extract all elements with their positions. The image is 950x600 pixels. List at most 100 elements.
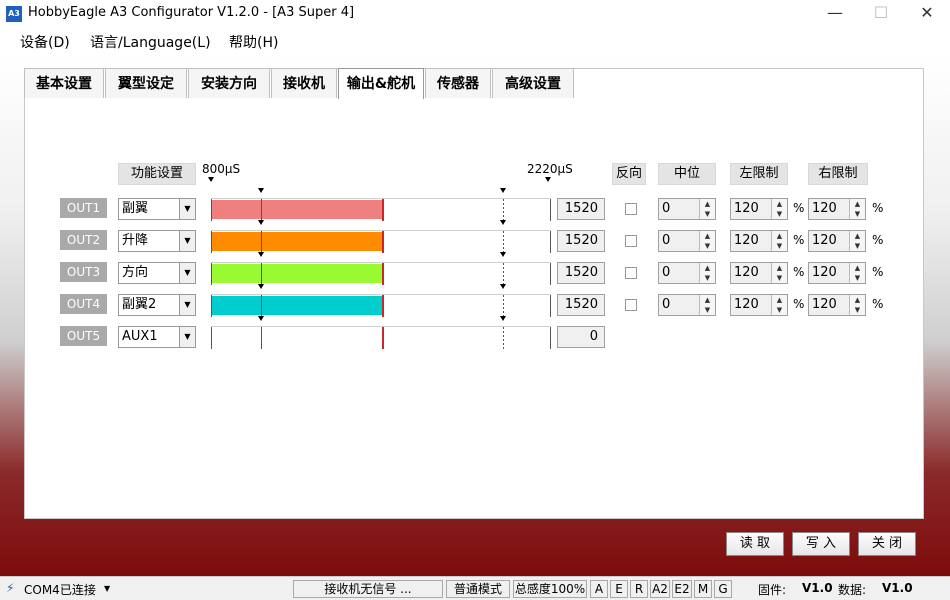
left-limit-line bbox=[261, 327, 262, 349]
left-limit-marker bbox=[258, 316, 264, 321]
read-button[interactable]: 读 取 bbox=[726, 532, 784, 556]
right-limit-value[interactable]: 120 bbox=[812, 297, 837, 312]
right-limit-marker bbox=[500, 252, 506, 257]
reverse-checkbox[interactable] bbox=[625, 203, 637, 215]
tab-receiver[interactable]: 接收机 bbox=[271, 68, 337, 98]
updown-arrows-icon[interactable]: ▲ ▼ bbox=[699, 263, 715, 283]
updown-arrows-icon[interactable]: ▲ ▼ bbox=[699, 295, 715, 315]
tab-sensor[interactable]: 传感器 bbox=[425, 68, 491, 98]
receiver-status: 接收机无信号 ... bbox=[293, 580, 443, 598]
right-limit-stepper[interactable]: 120 ▲ ▼ bbox=[808, 262, 866, 284]
right-limit-line bbox=[503, 327, 504, 349]
left-limit-stepper[interactable]: 120 ▲ ▼ bbox=[730, 262, 788, 284]
chevron-down-icon[interactable]: ▼ bbox=[179, 263, 195, 283]
left-limit-stepper[interactable]: 120 ▲ ▼ bbox=[730, 198, 788, 220]
center-value[interactable]: 0 bbox=[662, 265, 670, 280]
tab-mount-orientation[interactable]: 安装方向 bbox=[188, 68, 270, 98]
left-limit-stepper[interactable]: 120 ▲ ▼ bbox=[730, 294, 788, 316]
scale-max-line bbox=[550, 263, 551, 285]
chevron-down-icon[interactable]: ▼ bbox=[179, 231, 195, 251]
firmware-label: 固件: bbox=[758, 583, 787, 597]
left-limit-line bbox=[261, 199, 262, 221]
chevron-down-icon[interactable]: ▼ bbox=[179, 199, 195, 219]
left-limit-value[interactable]: 120 bbox=[734, 297, 759, 312]
center-stepper[interactable]: 0 ▲ ▼ bbox=[658, 198, 716, 220]
center-value[interactable]: 0 bbox=[662, 233, 670, 248]
right-limit-value[interactable]: 120 bbox=[812, 201, 837, 216]
port-dropdown-icon[interactable]: ▼ bbox=[104, 584, 110, 593]
tab-advanced[interactable]: 高级设置 bbox=[492, 68, 574, 98]
port-status[interactable]: COM4已连接 bbox=[24, 581, 96, 598]
center-stepper[interactable]: 0 ▲ ▼ bbox=[658, 230, 716, 252]
header-reverse: 反向 bbox=[612, 163, 646, 185]
right-limit-stepper[interactable]: 120 ▲ ▼ bbox=[808, 294, 866, 316]
updown-arrows-icon[interactable]: ▲ ▼ bbox=[849, 199, 865, 219]
servo-value: 1520 bbox=[557, 198, 605, 220]
updown-arrows-icon[interactable]: ▲ ▼ bbox=[849, 231, 865, 251]
center-line bbox=[382, 263, 384, 285]
right-limit-stepper[interactable]: 120 ▲ ▼ bbox=[808, 230, 866, 252]
data-version: V1.0 bbox=[882, 581, 913, 595]
center-stepper[interactable]: 0 ▲ ▼ bbox=[658, 294, 716, 316]
updown-arrows-icon[interactable]: ▲ ▼ bbox=[771, 263, 787, 283]
function-select-value: 升降 bbox=[122, 233, 149, 248]
window-title: HobbyEagle A3 Configurator V1.2.0 - [A3 … bbox=[28, 5, 355, 20]
right-limit-marker bbox=[500, 316, 506, 321]
updown-arrows-icon[interactable]: ▲ ▼ bbox=[699, 199, 715, 219]
tab-wing-type[interactable]: 翼型设定 bbox=[105, 68, 187, 98]
function-select[interactable]: 副翼2 ▼ bbox=[118, 294, 196, 316]
header-center: 中位 bbox=[658, 163, 716, 185]
tab-output-servo[interactable]: 输出&舵机 bbox=[338, 68, 424, 99]
updown-arrows-icon[interactable]: ▲ ▼ bbox=[849, 295, 865, 315]
reverse-checkbox[interactable] bbox=[625, 299, 637, 311]
percent-sign: % bbox=[793, 265, 805, 279]
menu-language[interactable]: 语言/Language(L) bbox=[90, 32, 211, 52]
function-select[interactable]: 方向 ▼ bbox=[118, 262, 196, 284]
reverse-checkbox[interactable] bbox=[625, 235, 637, 247]
updown-arrows-icon[interactable]: ▲ ▼ bbox=[771, 295, 787, 315]
channel-a2: A2 bbox=[650, 580, 670, 598]
left-limit-value[interactable]: 120 bbox=[734, 201, 759, 216]
close-button[interactable]: 关 闭 bbox=[858, 532, 916, 556]
function-select[interactable]: 升降 ▼ bbox=[118, 230, 196, 252]
center-value[interactable]: 0 bbox=[662, 297, 670, 312]
app-icon: A3 bbox=[6, 6, 22, 22]
function-select[interactable]: 副翼 ▼ bbox=[118, 198, 196, 220]
left-limit-value[interactable]: 120 bbox=[734, 265, 759, 280]
mode-status: 普通模式 bbox=[446, 580, 510, 598]
servo-position-track bbox=[211, 230, 551, 253]
tab-basic-settings[interactable]: 基本设置 bbox=[24, 68, 104, 98]
close-window-button[interactable]: ✕ bbox=[904, 0, 950, 28]
right-limit-stepper[interactable]: 120 ▲ ▼ bbox=[808, 198, 866, 220]
menu-help[interactable]: 帮助(H) bbox=[229, 32, 278, 52]
right-limit-value[interactable]: 120 bbox=[812, 233, 837, 248]
updown-arrows-icon[interactable]: ▲ ▼ bbox=[771, 199, 787, 219]
left-limit-value[interactable]: 120 bbox=[734, 233, 759, 248]
scale-max-line bbox=[550, 327, 551, 349]
updown-arrows-icon[interactable]: ▲ ▼ bbox=[699, 231, 715, 251]
reverse-checkbox[interactable] bbox=[625, 267, 637, 279]
right-limit-line bbox=[503, 295, 504, 317]
right-limit-value[interactable]: 120 bbox=[812, 265, 837, 280]
chevron-down-icon[interactable]: ▼ bbox=[179, 327, 195, 347]
function-select-value: 副翼2 bbox=[122, 297, 157, 312]
menu-device[interactable]: 设备(D) bbox=[20, 32, 70, 52]
center-stepper[interactable]: 0 ▲ ▼ bbox=[658, 262, 716, 284]
maximize-button[interactable]: ☐ bbox=[858, 0, 904, 28]
function-select[interactable]: AUX1 ▼ bbox=[118, 326, 196, 348]
left-limit-stepper[interactable]: 120 ▲ ▼ bbox=[730, 230, 788, 252]
updown-arrows-icon[interactable]: ▲ ▼ bbox=[849, 263, 865, 283]
center-value[interactable]: 0 bbox=[662, 201, 670, 216]
chevron-down-icon[interactable]: ▼ bbox=[179, 295, 195, 315]
minimize-button[interactable]: — bbox=[812, 0, 858, 28]
left-limit-marker bbox=[258, 252, 264, 257]
write-button[interactable]: 写 入 bbox=[792, 532, 850, 556]
servo-position-bar bbox=[211, 232, 383, 251]
right-limit-line bbox=[503, 231, 504, 253]
servo-position-track bbox=[211, 198, 551, 221]
right-limit-line bbox=[503, 199, 504, 221]
percent-sign: % bbox=[872, 265, 884, 279]
servo-position-bar bbox=[211, 296, 383, 315]
updown-arrows-icon[interactable]: ▲ ▼ bbox=[771, 231, 787, 251]
servo-value: 1520 bbox=[557, 294, 605, 316]
